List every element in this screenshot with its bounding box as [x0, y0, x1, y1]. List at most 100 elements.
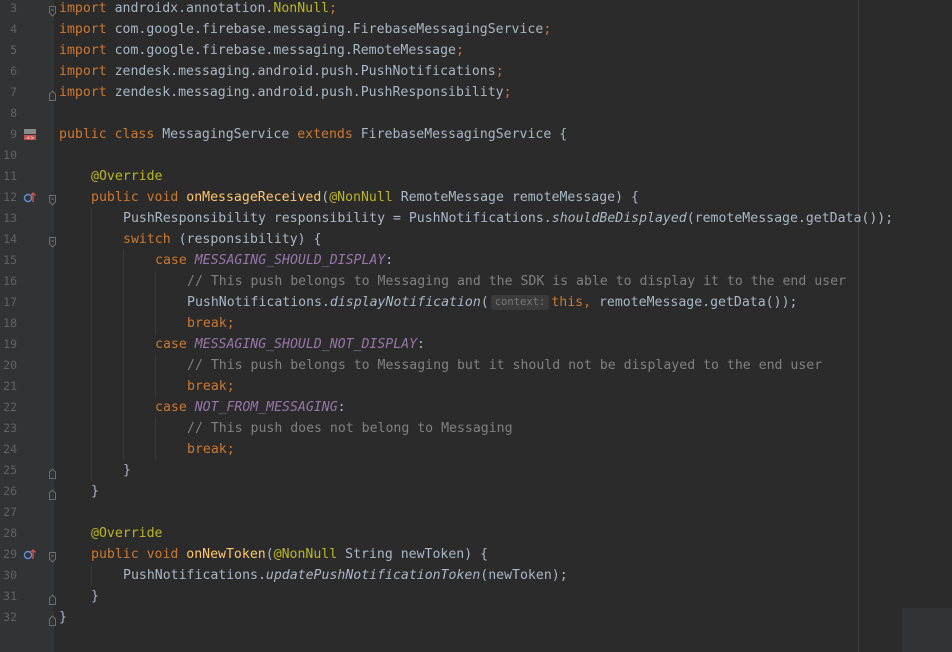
override-icon[interactable] — [23, 548, 37, 561]
code-text[interactable]: switch (responsibility) { — [123, 229, 322, 250]
line-number: 9 — [10, 127, 17, 141]
code-text[interactable]: } — [123, 460, 131, 481]
code-line[interactable]: 22 case NOT_FROM_MESSAGING: — [0, 397, 952, 418]
fold-collapse-icon[interactable] — [49, 3, 56, 17]
code-token: MESSAGING_SHOULD_NOT_DISPLAY — [194, 337, 418, 352]
code-text[interactable]: public class MessagingService extends Fi… — [59, 124, 567, 145]
code-token: break; — [187, 316, 235, 331]
code-text[interactable]: // This push does not belong to Messagin… — [187, 418, 513, 439]
code-line[interactable]: 19 case MESSAGING_SHOULD_NOT_DISPLAY: — [0, 334, 952, 355]
class-icon[interactable]: <> — [23, 128, 37, 142]
code-line[interactable]: 18 break; — [0, 313, 952, 334]
indent-guide — [123, 376, 124, 397]
line-number: 7 — [10, 85, 17, 99]
code-line[interactable]: 13 PushResponsibility responsibility = Pu… — [0, 208, 952, 229]
fold-collapse-icon[interactable] — [49, 192, 56, 206]
code-line[interactable]: 20 // This push belongs to Messaging but … — [0, 355, 952, 376]
code-text[interactable]: @Override — [91, 166, 162, 187]
code-line[interactable]: 9 <> public class MessagingService extends… — [0, 124, 952, 145]
code-text[interactable]: import zendesk.messaging.android.push.Pu… — [59, 61, 504, 82]
indent-guide — [123, 271, 124, 292]
code-text[interactable]: public void onMessageReceived(@NonNull R… — [91, 187, 639, 208]
fold-end-icon[interactable] — [49, 591, 56, 605]
code-line[interactable]: 21 break; — [0, 376, 952, 397]
code-text[interactable]: PushResponsibility responsibility = Push… — [123, 208, 893, 229]
code-token: // This push belongs to Messaging but it… — [187, 358, 823, 373]
code-text[interactable]: } — [59, 607, 67, 628]
code-line[interactable]: 23 // This push does not belong to Messag… — [0, 418, 952, 439]
fold-end-icon[interactable] — [49, 612, 56, 626]
code-text[interactable]: case NOT_FROM_MESSAGING: — [155, 397, 346, 418]
code-token: : — [417, 337, 425, 352]
code-line[interactable]: 27 — [0, 502, 952, 523]
indent-guide — [91, 334, 92, 355]
code-text[interactable]: } — [91, 481, 99, 502]
code-line[interactable]: 28 @Override — [0, 523, 952, 544]
code-line[interactable]: 6 import zendesk.messaging.android.push.P… — [0, 61, 952, 82]
line-number: 10 — [3, 148, 17, 162]
code-line[interactable]: 17 PushNotifications.displayNotification(… — [0, 292, 952, 313]
fold-collapse-icon[interactable] — [49, 234, 56, 248]
code-text[interactable]: import com.google.firebase.messaging.Fir… — [59, 19, 551, 40]
code-token: switch — [123, 232, 171, 247]
code-token: (responsibility) { — [170, 232, 322, 247]
code-token: } — [59, 610, 67, 625]
line-number: 29 — [3, 547, 17, 561]
code-text[interactable]: import com.google.firebase.messaging.Rem… — [59, 40, 464, 61]
line-number: 16 — [3, 274, 17, 288]
code-token: import — [59, 64, 107, 79]
override-icon[interactable] — [23, 191, 37, 204]
code-token: @Override — [91, 169, 163, 184]
code-line[interactable]: 11 @Override — [0, 166, 952, 187]
code-line[interactable]: 12 public void onMessageReceived(@NonNull… — [0, 187, 952, 208]
code-text[interactable]: } — [91, 586, 99, 607]
code-text[interactable]: PushNotifications.displayNotification(co… — [187, 292, 797, 313]
code-line[interactable]: 25} — [0, 460, 952, 481]
code-line[interactable]: 32} — [0, 607, 952, 628]
indent-guide — [91, 355, 92, 376]
code-text[interactable]: public void onNewToken(@NonNull String n… — [91, 544, 488, 565]
code-line[interactable]: 5 import com.google.firebase.messaging.Re… — [0, 40, 952, 61]
fold-end-icon[interactable] — [49, 486, 56, 500]
code-text[interactable]: import androidx.annotation.NonNull; — [59, 0, 337, 19]
code-text[interactable]: break; — [187, 439, 235, 460]
line-number: 23 — [3, 421, 17, 435]
indent-guide — [123, 439, 124, 460]
code-line[interactable]: 4 import com.google.firebase.messaging.Fi… — [0, 19, 952, 40]
code-token: MESSAGING_SHOULD_DISPLAY — [194, 253, 386, 268]
code-text[interactable]: import zendesk.messaging.android.push.Pu… — [59, 82, 512, 103]
code-text[interactable]: PushNotifications.updatePushNotification… — [123, 565, 568, 586]
code-text[interactable]: @Override — [91, 523, 162, 544]
code-line[interactable]: 16 // This push belongs to Messaging and … — [0, 271, 952, 292]
code-line[interactable]: 31} — [0, 586, 952, 607]
code-line[interactable]: 15 case MESSAGING_SHOULD_DISPLAY: — [0, 250, 952, 271]
code-line[interactable]: 24 break; — [0, 439, 952, 460]
code-text[interactable]: case MESSAGING_SHOULD_NOT_DISPLAY: — [155, 334, 425, 355]
code-line[interactable]: 29 public void onNewToken(@NonNull String… — [0, 544, 952, 565]
indent-guide — [91, 439, 92, 460]
fold-collapse-icon[interactable] — [49, 549, 56, 563]
code-line[interactable]: 26} — [0, 481, 952, 502]
line-number: 15 — [3, 253, 17, 267]
code-token: onMessageReceived — [186, 190, 322, 205]
code-line[interactable]: 10 — [0, 145, 952, 166]
code-text[interactable]: break; — [187, 376, 235, 397]
code-text[interactable]: // This push belongs to Messaging but it… — [187, 355, 822, 376]
line-number: 5 — [10, 43, 17, 57]
fold-end-icon[interactable] — [49, 87, 56, 101]
code-editor[interactable]: 3 import androidx.annotation.NonNull; 4 imp… — [0, 0, 952, 652]
code-text[interactable]: // This push belongs to Messaging and th… — [187, 271, 846, 292]
code-token: public void — [91, 190, 179, 205]
code-line[interactable]: 8 — [0, 103, 952, 124]
code-line[interactable]: 30 PushNotifications.updatePushNotificati… — [0, 565, 952, 586]
code-token: } — [91, 589, 99, 604]
code-text[interactable]: case MESSAGING_SHOULD_DISPLAY: — [155, 250, 393, 271]
code-line[interactable]: 14 switch (responsibility) { — [0, 229, 952, 250]
code-text[interactable]: break; — [187, 313, 235, 334]
fold-end-icon[interactable] — [49, 465, 56, 479]
code-line[interactable]: 3 import androidx.annotation.NonNull; — [0, 0, 952, 19]
code-token: String newToken) { — [337, 547, 489, 562]
indent-guide — [91, 397, 92, 418]
code-line[interactable]: 7 import zendesk.messaging.android.push.P… — [0, 82, 952, 103]
